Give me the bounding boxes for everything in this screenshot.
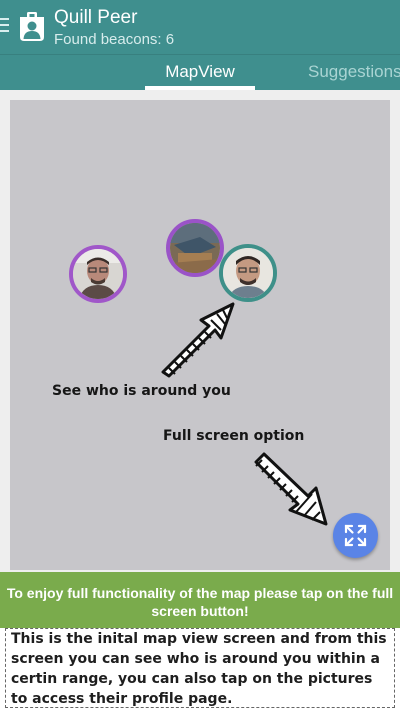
app-title: Quill Peer (54, 7, 138, 28)
hamburger-icon[interactable] (0, 16, 9, 36)
user-avatar-1[interactable] (69, 245, 127, 303)
tab-mapview[interactable]: MapView (145, 61, 255, 83)
user-avatar-3[interactable] (219, 244, 277, 302)
user-avatar-2[interactable] (166, 219, 224, 277)
annotation-arrow-down-icon (254, 452, 328, 526)
tutorial-caption: This is the inital map view screen and f… (5, 628, 395, 708)
fullscreen-button[interactable] (333, 513, 378, 558)
annotation-see-around: See who is around you (52, 383, 231, 399)
app-toolbar: Quill Peer Found beacons: 6 (0, 0, 400, 54)
info-banner: To enjoy full functionality of the map p… (0, 572, 400, 628)
tab-bar: MapView Suggestions (0, 54, 400, 90)
tab-suggestions[interactable]: Suggestions (308, 61, 400, 83)
expand-arrows-icon (344, 524, 367, 547)
annotation-full-screen: Full screen option (163, 428, 305, 444)
person-badge-icon (17, 10, 47, 42)
annotation-arrow-up-icon (161, 302, 235, 378)
beacon-count: Found beacons: 6 (54, 31, 175, 48)
